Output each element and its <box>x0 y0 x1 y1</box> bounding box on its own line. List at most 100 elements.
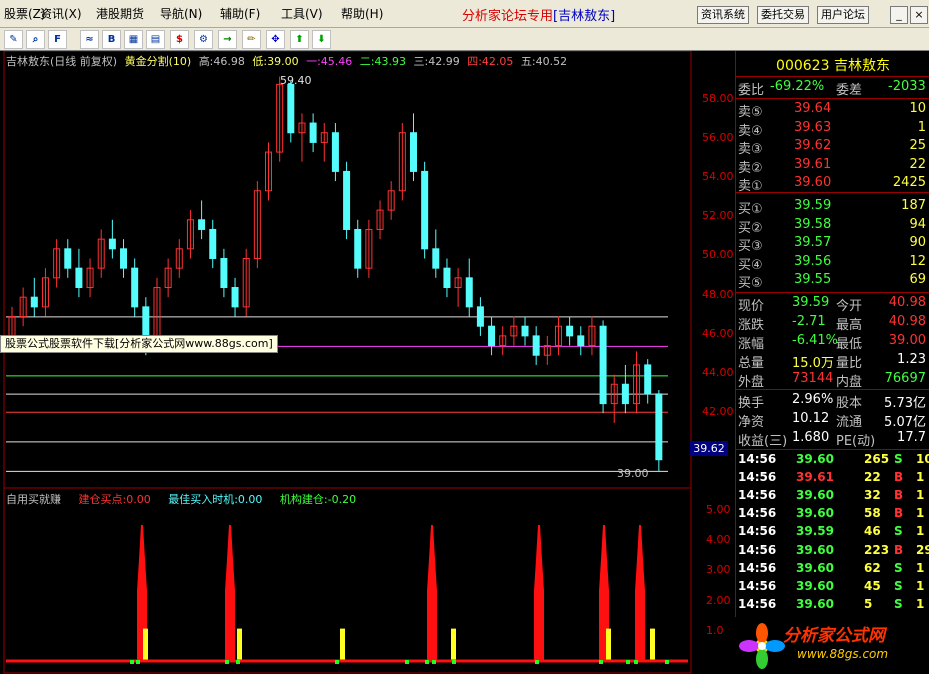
order-volume: 1 <box>917 119 926 135</box>
order-price: 39.58 <box>794 216 832 232</box>
tick-volume: 45 <box>864 578 881 593</box>
stat-label: PE(动) <box>836 434 876 449</box>
indicator-panel-name: 自用买就赚 <box>6 493 61 506</box>
up-arrow-icon[interactable]: ⬆ <box>290 30 309 49</box>
jigou-marker <box>425 660 429 664</box>
menu-navigate[interactable]: 导航(N) <box>160 5 202 22</box>
buy-order-row: 买⑤ 39.55 69 <box>738 272 928 291</box>
buy-order-row: 买② 39.58 94 <box>738 216 928 236</box>
order-price: 39.59 <box>794 198 832 213</box>
news-system-button[interactable]: 资讯系统 <box>697 6 749 24</box>
stat-value: 40.98 <box>888 314 926 329</box>
order-label: 买⑤ <box>738 276 763 291</box>
split-icon[interactable]: ▦ <box>124 30 143 49</box>
jigou-marker <box>405 660 409 664</box>
stat-value: 5.73亿 <box>884 396 926 411</box>
candle-body <box>521 325 529 337</box>
peak-label: 59.40 <box>280 74 312 87</box>
y-axis-label: 54.00 <box>702 170 734 183</box>
buy-order-row: 买① 39.59 187 <box>738 198 928 217</box>
menu-news[interactable]: 资讯(X) <box>40 5 82 22</box>
chart-icon[interactable]: ▤ <box>146 30 165 49</box>
tick-side: B <box>894 488 904 503</box>
weicha-label: 委差 <box>836 83 863 98</box>
best-buy-bar <box>606 628 611 660</box>
tick-side: S <box>894 560 903 575</box>
export-icon[interactable]: → <box>218 30 237 49</box>
tick-price: 39.60 <box>796 452 834 466</box>
trade-button[interactable]: 委托交易 <box>757 6 809 24</box>
jigou-marker <box>535 660 539 664</box>
ind-y-axis-label: 2.00 <box>706 594 731 607</box>
stat-label: 股本 <box>836 396 863 411</box>
order-price: 39.61 <box>794 156 832 172</box>
candle-body <box>621 383 629 405</box>
best-buy-bar <box>340 628 345 660</box>
down-arrow-icon[interactable]: ⬇ <box>312 30 331 49</box>
money-icon[interactable]: $ <box>170 30 189 49</box>
ind-y-axis-label: 5.00 <box>706 503 731 516</box>
report-icon[interactable]: ≈ <box>80 30 99 49</box>
tick-extra: 1 <box>916 524 925 539</box>
tick-time: 14:56 <box>738 506 777 521</box>
sell-order-row: 卖② 39.61 22 <box>738 156 928 176</box>
order-price: 39.55 <box>794 272 832 287</box>
menu-bar: 股票(Z) 资讯(X) 港股期货 导航(N) 辅助(F) 工具(V) 帮助(H)… <box>0 0 929 28</box>
level4-label: 四:42.05 <box>467 55 514 68</box>
stat-label: 现价 <box>738 299 765 314</box>
stat-label: 今开 <box>836 299 863 314</box>
menu-help[interactable]: 帮助(H) <box>341 5 383 22</box>
user-forum-button[interactable]: 用户论坛 <box>817 6 869 24</box>
draw-pen-icon[interactable]: ✏ <box>242 30 261 49</box>
zoom-icon[interactable]: ⌕ <box>26 30 45 49</box>
menu-assist[interactable]: 辅助(F) <box>220 5 260 22</box>
current-price-tag: 39.62 <box>690 441 728 456</box>
candle-body <box>488 325 496 347</box>
level3-label: 三:42.99 <box>413 55 460 68</box>
candle-body <box>432 248 440 269</box>
menu-tools[interactable]: 工具(V) <box>281 5 323 22</box>
weibi-value: -69.22% <box>770 79 825 94</box>
app-icon[interactable]: ✎ <box>4 30 23 49</box>
ad-banner[interactable]: 股票公式股票软件下载[分析家公式网www.88gs.com] <box>0 335 278 353</box>
logo-text: 分析家公式网 <box>783 626 885 646</box>
tick-row: 14:56 39.60 265 S 10 <box>738 452 929 470</box>
jigou-marker <box>236 660 240 664</box>
candle-body <box>577 335 585 347</box>
y-axis-label: 44.00 <box>702 366 734 379</box>
tick-side: B <box>894 506 904 521</box>
menu-hk-futures[interactable]: 港股期货 <box>96 5 144 22</box>
candle-body <box>142 306 150 337</box>
candle-body <box>532 335 540 356</box>
order-price: 39.57 <box>794 235 832 250</box>
chart-title: 吉林敖东(日线 前复权) <box>6 55 118 68</box>
low-label: 低:39.00 <box>252 55 299 68</box>
divider <box>736 76 929 77</box>
jigou-label: 机构建仓:-0.20 <box>279 493 357 506</box>
divider <box>736 449 929 450</box>
candle-body <box>120 248 128 269</box>
chart-title-row: 吉林敖东(日线 前复权) 黄金分割(10) 高:46.98 低:39.00 一:… <box>6 53 571 69</box>
site-logo: 分析家公式网 www.88gs.com <box>735 617 929 674</box>
move-icon[interactable]: ✥ <box>266 30 285 49</box>
minimize-icon[interactable]: _ <box>890 6 908 24</box>
f10-icon[interactable]: F <box>48 30 67 49</box>
kline-chart[interactable]: 吉林敖东(日线 前复权) 黄金分割(10) 高:46.98 低:39.00 一:… <box>0 51 735 674</box>
jiancang-bar <box>534 524 544 660</box>
jigou-marker <box>626 660 630 664</box>
bsi-icon[interactable]: B <box>102 30 121 49</box>
tools-icon[interactable]: ⚙ <box>194 30 213 49</box>
order-volume: 90 <box>909 235 926 250</box>
jiancang-label: 建仓买点:0.00 <box>78 493 151 506</box>
tick-volume: 223 <box>864 542 890 557</box>
close-icon[interactable]: × <box>910 6 928 24</box>
level1-label: 一:45.46 <box>306 55 353 68</box>
order-volume: 69 <box>909 272 926 287</box>
candle-body <box>343 170 351 230</box>
jigou-marker <box>665 660 669 664</box>
stat-label: 涨跌 <box>738 318 765 333</box>
tick-row: 14:56 39.61 22 B 1 <box>738 470 928 488</box>
tick-side: B <box>894 542 904 557</box>
jiancang-bar <box>427 524 437 660</box>
level2-label: 二:43.93 <box>359 55 406 68</box>
